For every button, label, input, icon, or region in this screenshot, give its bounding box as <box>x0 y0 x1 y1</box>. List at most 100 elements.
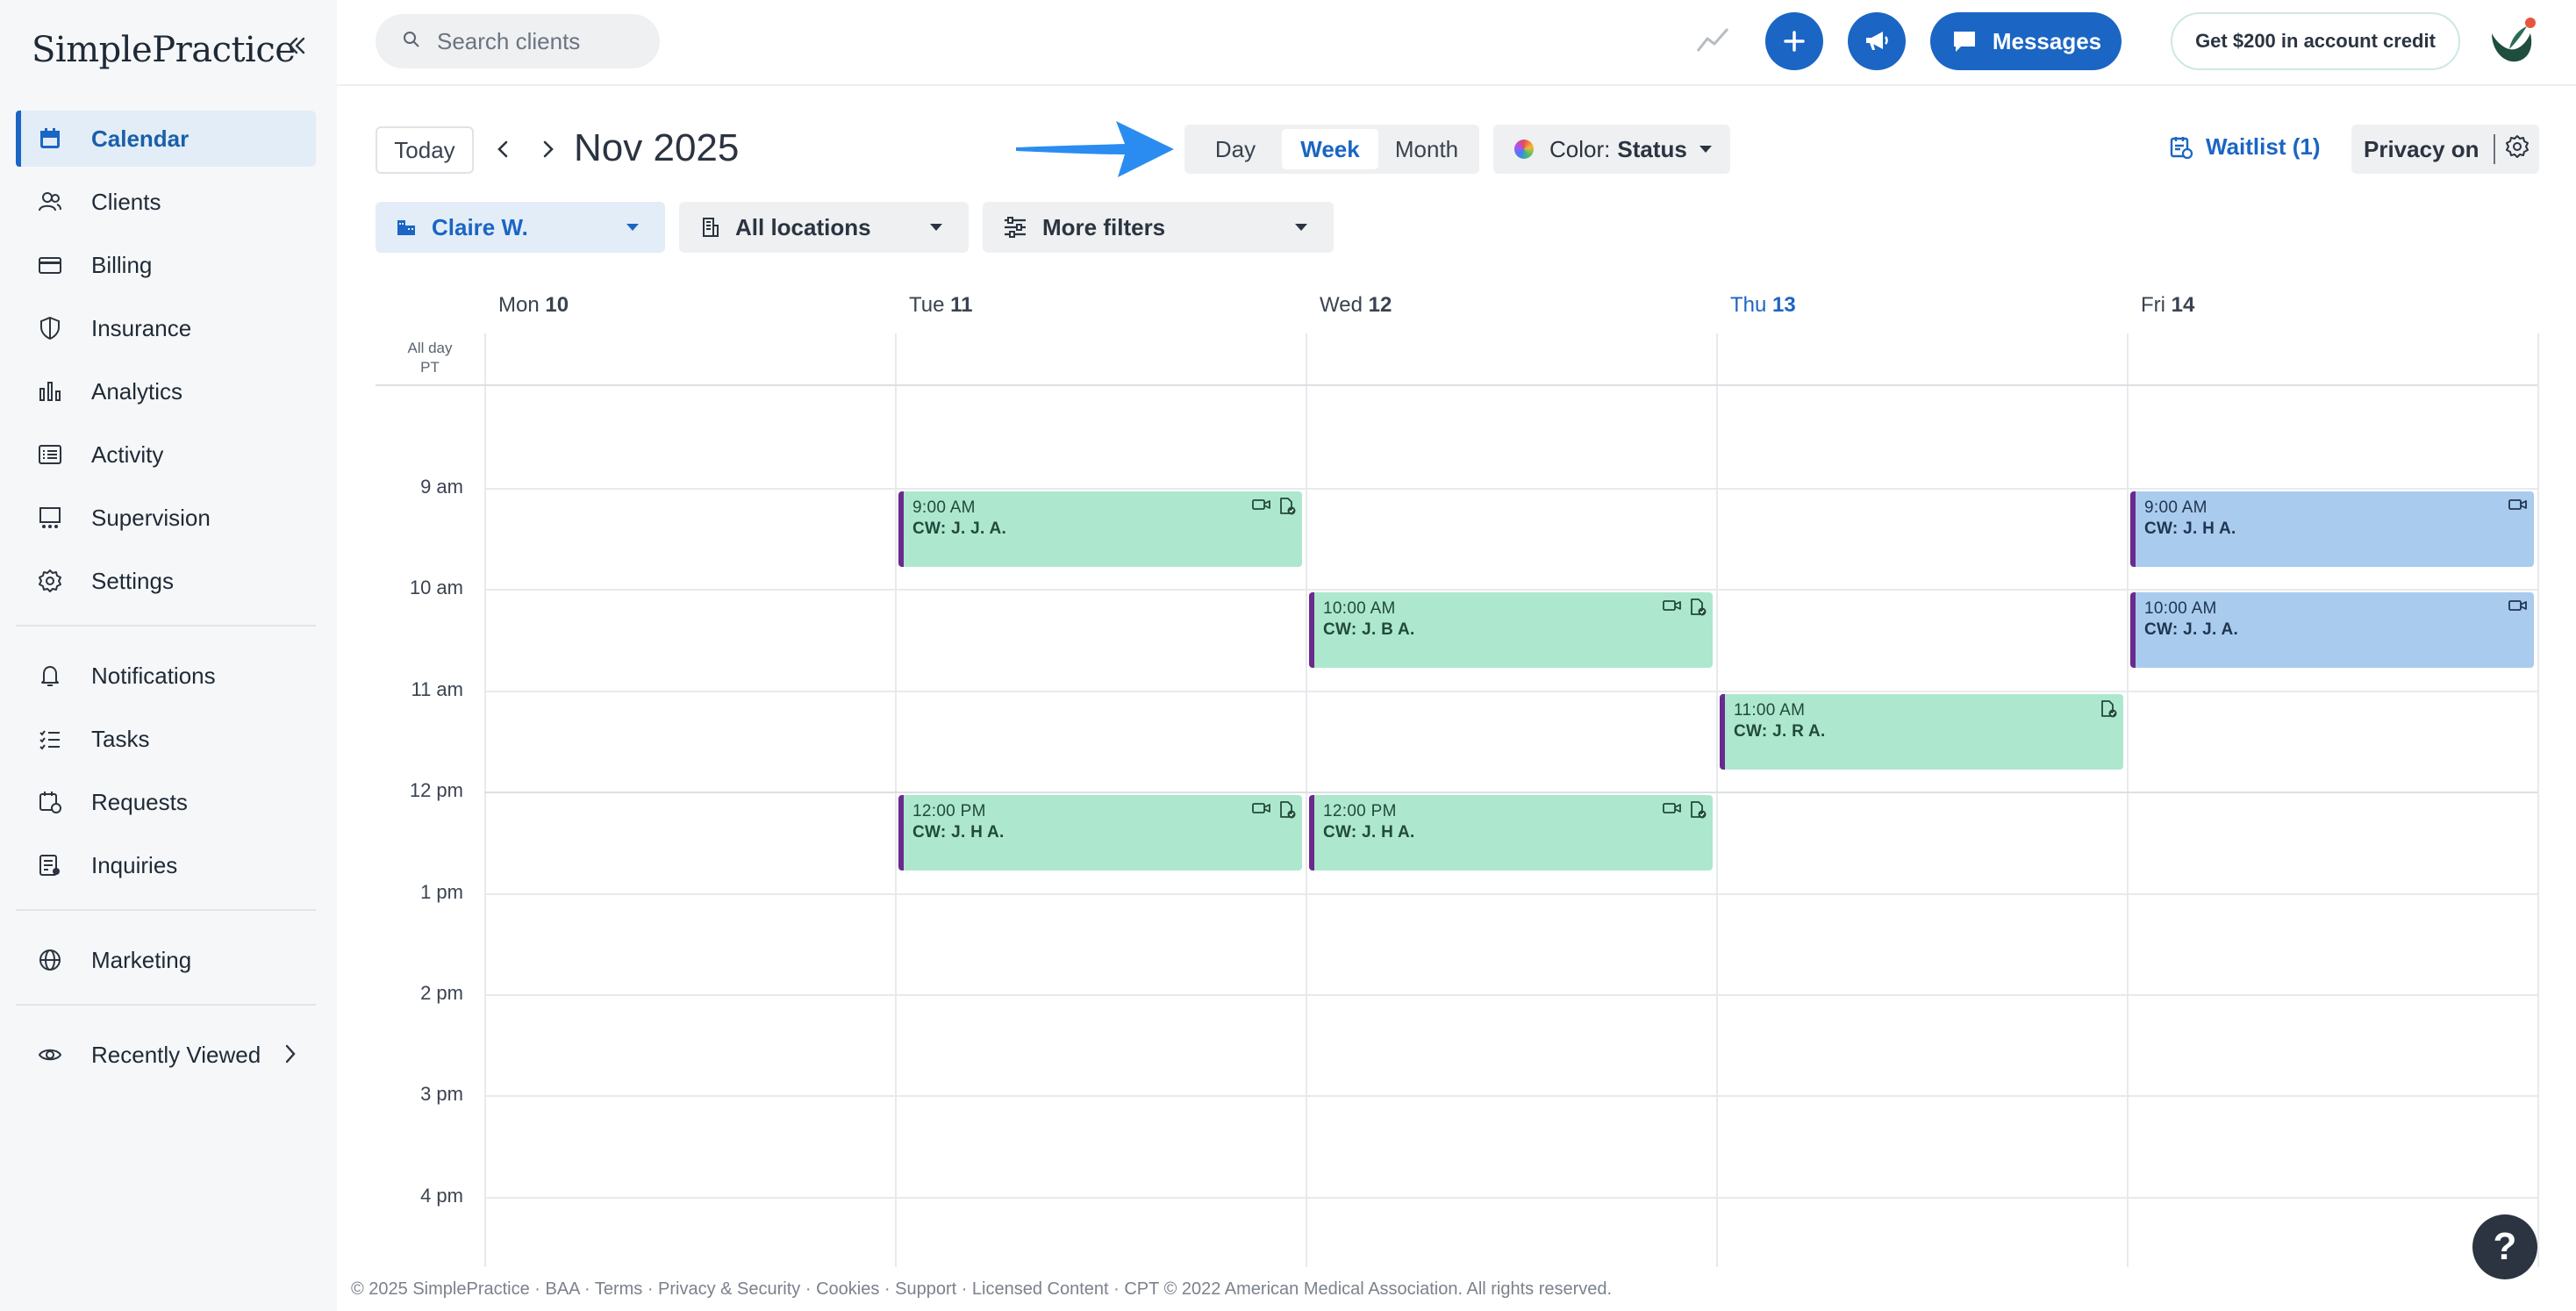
appointment-event[interactable]: 9:00 AM CW: J. H A. <box>2130 491 2534 567</box>
hour-label: 2 pm <box>420 982 463 1004</box>
sidebar-divider <box>16 1004 316 1006</box>
video-camera-icon <box>2508 497 2529 512</box>
simplepractice-logo[interactable]: SimplePractice <box>32 30 296 70</box>
hour-label: 12 pm <box>409 779 463 802</box>
sidebar-item-supervision[interactable]: Supervision <box>16 490 316 546</box>
all-day-text: All day <box>407 340 453 356</box>
privacy-divider <box>2493 134 2495 164</box>
locations-filter[interactable]: All locations <box>679 202 969 253</box>
day-header-tue[interactable]: Tue 11 <box>909 293 973 318</box>
appointment-client: CW: J. R A. <box>1734 721 1826 741</box>
day-number: 10 <box>545 293 569 317</box>
week-calendar-grid: All day PT Mon 10 Tue 11 Wed 12 Thu 13 Fri 1… <box>376 281 2539 1267</box>
day-header-fri[interactable]: Fri 14 <box>2141 293 2194 318</box>
waitlist-link[interactable]: Waitlist (1) <box>2169 133 2320 161</box>
sidebar-item-recently-viewed[interactable]: Recently Viewed <box>16 1027 316 1083</box>
help-button[interactable]: ? <box>2472 1214 2537 1279</box>
sliders-icon <box>1005 217 1026 238</box>
day-view-button[interactable]: Day <box>1189 129 1282 169</box>
month-view-button[interactable]: Month <box>1378 129 1475 169</box>
sidebar-item-marketing[interactable]: Marketing <box>16 932 316 988</box>
sidebar-item-label: Recently Viewed <box>91 1041 261 1068</box>
hour-label: 10 am <box>409 577 463 599</box>
trend-chart-icon[interactable] <box>1695 25 1730 61</box>
appointment-event[interactable]: 9:00 AM CW: J. J. A. <box>898 491 1302 567</box>
chevron-right-icon <box>543 140 554 158</box>
sidebar-item-requests[interactable]: Requests <box>16 774 316 830</box>
building-icon <box>703 218 719 237</box>
day-number: 11 <box>950 293 973 317</box>
day-column-divider <box>2537 333 2539 1267</box>
day-name: Thu <box>1730 293 1767 317</box>
appointment-event[interactable]: 10:00 AM CW: J. B A. <box>1309 592 1713 669</box>
sidebar-item-calendar[interactable]: Calendar <box>16 111 316 167</box>
sidebar-item-tasks[interactable]: Tasks <box>16 711 316 767</box>
plus-icon <box>1784 31 1805 52</box>
today-button[interactable]: Today <box>376 126 474 174</box>
hour-label: 4 pm <box>420 1184 463 1207</box>
add-button[interactable] <box>1765 12 1823 70</box>
next-week-button[interactable] <box>532 133 563 165</box>
appointment-time: 12:00 PM <box>912 802 986 821</box>
sidebar-item-inquiries[interactable]: Inquiries <box>16 837 316 893</box>
previous-week-button[interactable] <box>488 133 519 165</box>
appointment-event[interactable]: 12:00 PM CW: J. H A. <box>898 795 1302 871</box>
search-box[interactable] <box>376 14 660 68</box>
supervision-icon <box>35 503 65 533</box>
video-camera-icon <box>1251 497 1272 516</box>
sidebar-item-activity[interactable]: Activity <box>16 426 316 483</box>
appointment-event[interactable]: 11:00 AM CW: J. R A. <box>1720 693 2123 770</box>
collapse-sidebar-button[interactable] <box>281 30 312 61</box>
video-camera-icon <box>2508 598 2529 613</box>
user-avatar[interactable] <box>2485 14 2539 68</box>
more-filters[interactable]: More filters <box>983 202 1334 253</box>
day-name: Tue <box>909 293 945 317</box>
megaphone-icon <box>1866 32 1888 50</box>
chevron-right-icon <box>277 1041 304 1073</box>
clinician-filter[interactable]: Claire W. <box>376 202 665 253</box>
video-camera-icon <box>1662 598 1683 617</box>
sidebar-item-analytics[interactable]: Analytics <box>16 363 316 419</box>
day-header-thu[interactable]: Thu 13 <box>1730 293 1796 318</box>
calendar-settings-gear-icon[interactable] <box>2504 133 2530 166</box>
account-credit-button[interactable]: Get $200 in account credit <box>2171 12 2460 70</box>
sidebar-item-billing[interactable]: Billing <box>16 237 316 293</box>
document-status-icon <box>1688 598 1707 617</box>
sidebar-item-label: Marketing <box>91 946 192 973</box>
hour-label: 11 am <box>411 677 463 700</box>
privacy-toggle[interactable]: Privacy on <box>2351 125 2539 174</box>
blue-pointer-arrow-icon <box>1016 121 1174 177</box>
sidebar-item-notifications[interactable]: Notifications <box>16 648 316 704</box>
appointment-client: CW: J. H A. <box>912 823 1005 842</box>
day-column-divider <box>1716 333 1718 1267</box>
hour-line <box>484 1095 2537 1098</box>
color-value: Status <box>1617 135 1687 162</box>
sidebar-item-label: Notifications <box>91 662 216 689</box>
day-column-divider <box>484 333 486 1267</box>
messages-label: Messages <box>1992 27 2102 54</box>
appointment-icons <box>2093 699 2118 719</box>
day-header-wed[interactable]: Wed 12 <box>1320 293 1392 318</box>
search-input[interactable] <box>437 27 648 55</box>
appointment-time: 9:00 AM <box>912 498 976 517</box>
announcements-button[interactable] <box>1848 12 1906 70</box>
sidebar-item-clients[interactable]: Clients <box>16 174 316 230</box>
day-header-mon[interactable]: Mon 10 <box>498 293 569 318</box>
sidebar-item-settings[interactable]: Settings <box>16 553 316 609</box>
week-view-button[interactable]: Week <box>1282 129 1378 169</box>
day-name: Fri <box>2141 293 2165 317</box>
hour-line <box>484 892 2537 895</box>
all-day-label: All day PT <box>376 339 484 377</box>
clients-icon <box>35 187 65 217</box>
appointment-time: 11:00 AM <box>1734 700 1806 720</box>
sidebar-item-label: Inquiries <box>91 851 178 878</box>
appointment-client: CW: J. B A. <box>1323 620 1415 640</box>
appointment-event[interactable]: 10:00 AM CW: J. J. A. <box>2130 592 2534 669</box>
color-by-dropdown[interactable]: Color: Status <box>1493 125 1730 174</box>
sidebar-divider <box>16 909 316 911</box>
messages-button[interactable]: Messages <box>1930 12 2122 70</box>
hour-label: 3 pm <box>420 1083 463 1106</box>
caret-down-icon <box>930 224 942 231</box>
sidebar-item-insurance[interactable]: Insurance <box>16 300 316 356</box>
appointment-event[interactable]: 12:00 PM CW: J. H A. <box>1309 795 1713 871</box>
